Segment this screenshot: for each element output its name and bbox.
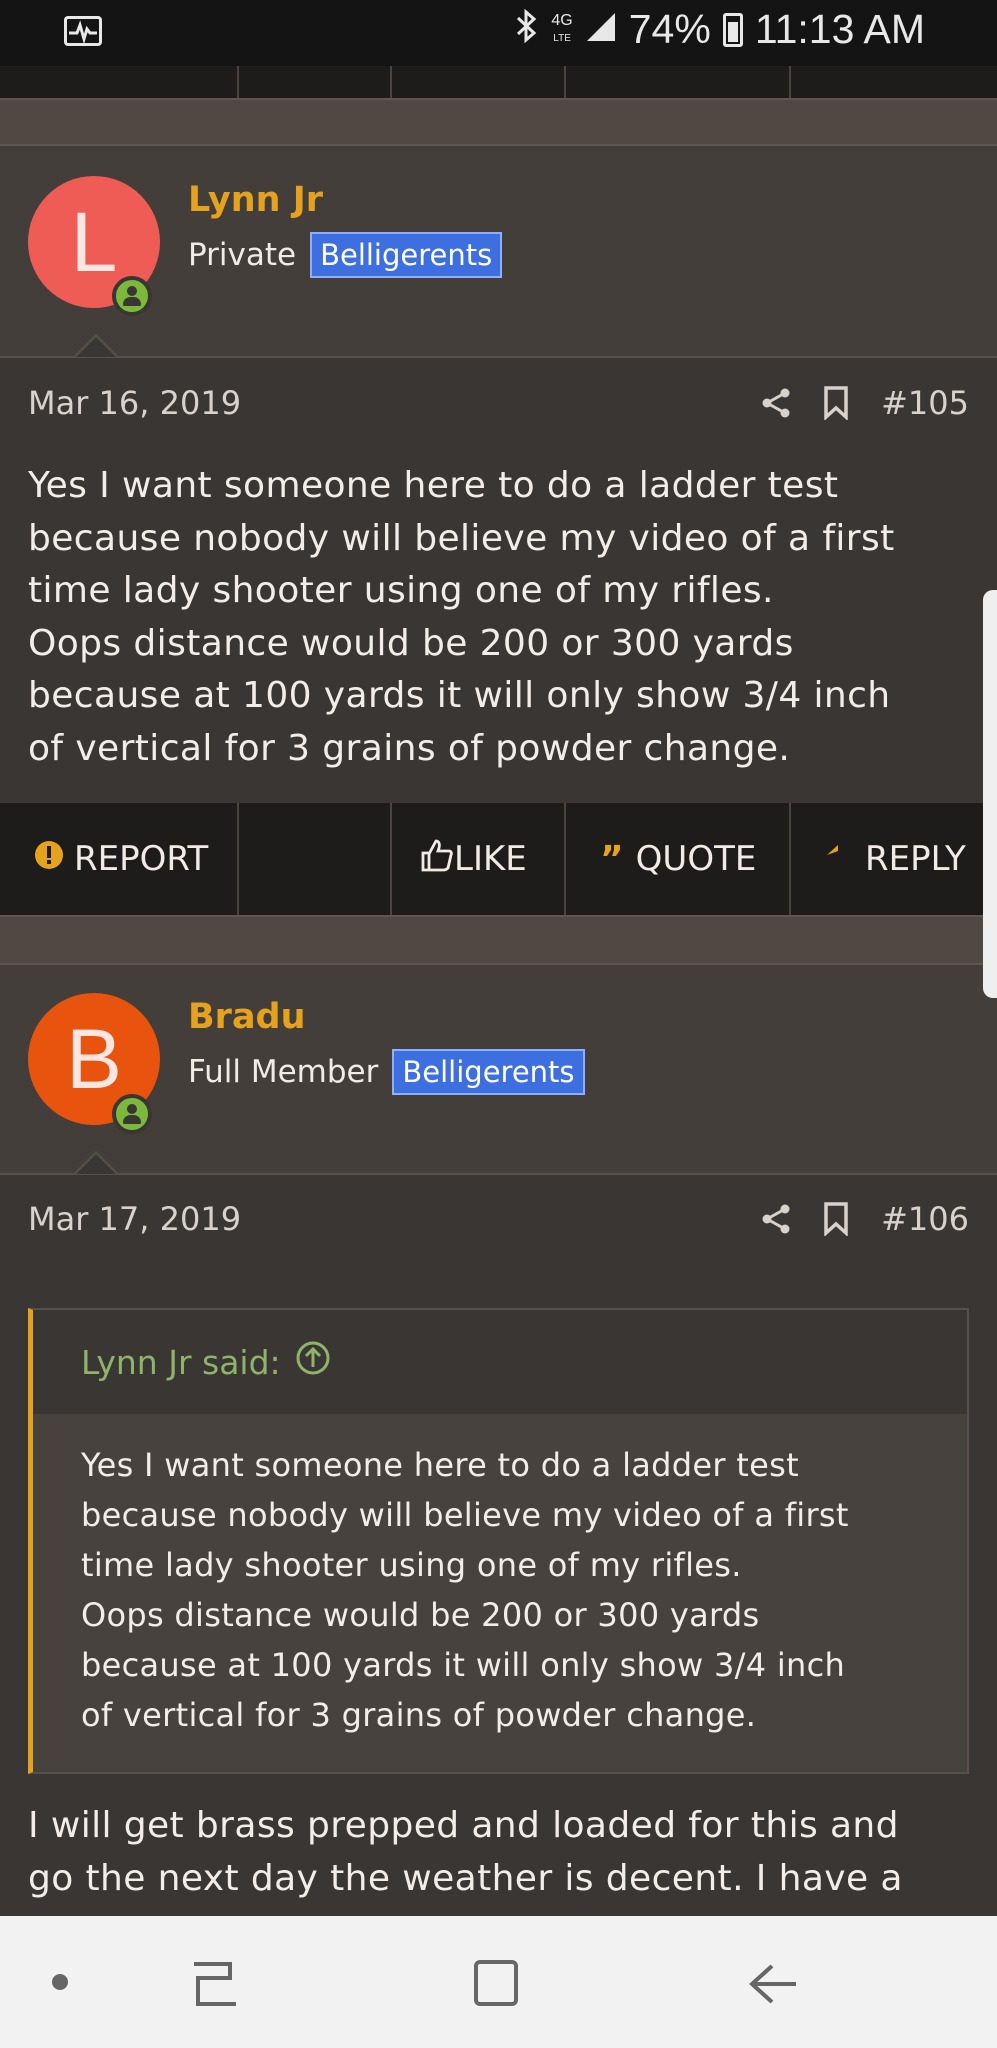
post-date[interactable]: Mar 16, 2019 [28,384,241,422]
username[interactable]: Bradu [188,997,306,1037]
online-status-icon [112,276,152,316]
quote-line: Yes I want someone here to do a ladder t… [81,1446,799,1484]
user-title: Private [188,237,297,273]
post-user-block: B Bradu Full Member Belligerents [0,965,997,1175]
network-subtype: LTE [553,32,571,44]
reply-label: REPLY [865,839,966,879]
post-user-block: L Lynn Jr Private Belligerents [0,146,997,358]
arrow-up-circle-icon[interactable] [295,1340,331,1384]
bookmark-icon[interactable] [823,1202,849,1236]
user-banner-badge: Belligerents [392,1049,585,1095]
post-separator [0,98,997,146]
system-nav-bar [0,1916,997,2048]
post-number[interactable]: #106 [881,1200,969,1238]
recents-icon[interactable] [190,1960,240,2010]
user-title: Full Member [188,1054,379,1090]
quote-line: Oops distance would be 200 or 300 yards [81,1596,760,1634]
post-meta: Mar 16, 2019 #105 [28,384,969,422]
post-line: Oops distance would be 200 or 300 yards [28,622,794,664]
action-spacer [239,803,392,915]
clock: 11:13 AM [754,6,925,52]
activity-icon [64,16,102,46]
post-line: Yes I want someone here to do a ladder t… [28,465,839,506]
network-indicator: 4G LTE [551,11,573,47]
bookmark-icon[interactable] [823,386,849,420]
battery-percent: 74% [628,6,711,52]
quote-header[interactable]: Lynn Jr said: [33,1310,967,1414]
reply-icon [825,839,855,879]
post-line: go the next day the weather is decent. I… [28,1857,903,1899]
network-type: 4G [551,11,573,29]
quote-button[interactable]: ” QUOTE [566,803,791,915]
username[interactable]: Lynn Jr [188,180,323,220]
report-label: REPORT [74,839,209,879]
post-number[interactable]: #105 [881,384,969,422]
thumbs-up-icon [420,838,454,881]
post-separator [0,915,997,965]
share-icon[interactable] [761,387,791,419]
post-line: I will get brass prepped and loaded for … [28,1805,899,1846]
previous-post-actionbar [0,66,997,100]
reply-button[interactable]: REPLY [791,803,997,915]
battery-icon [722,12,743,47]
quote-author[interactable]: Lynn Jr said: [81,1343,281,1382]
scrollbar-thumb[interactable] [983,590,997,998]
home-icon[interactable] [472,1958,520,2012]
nav-dot-icon [52,1974,68,1990]
post-body: Yes I want someone here to do a ladder t… [28,460,973,775]
post-date[interactable]: Mar 17, 2019 [28,1200,241,1238]
post-line: time lady shooter using one of my rifles… [28,570,774,611]
status-bar: 4G LTE 74% 11:13 AM [0,0,997,66]
user-banner-badge: Belligerents [310,232,503,278]
quote-line: because nobody will believe my video of … [81,1496,849,1534]
bluetooth-icon [515,6,539,53]
like-button[interactable]: LIKE [392,803,566,915]
share-icon[interactable] [761,1203,791,1235]
quote-content: Yes I want someone here to do a ladder t… [33,1414,967,1772]
post-line: because at 100 yards it will only show 3… [28,675,891,716]
quote-line: because at 100 yards it will only show 3… [81,1646,846,1684]
post-line: of vertical for 3 grains of powder chang… [28,727,791,769]
user-arrow [74,1151,118,1174]
user-arrow [74,334,118,357]
post-action-bar: REPORT LIKE ” QUOTE REPLY [0,803,997,915]
quote-line: time lady shooter using one of my rifles… [81,1546,742,1584]
quote-label: QUOTE [635,839,757,879]
post-meta: Mar 17, 2019 #106 [28,1200,969,1238]
like-label: LIKE [454,839,527,879]
user-title-row: Full Member Belligerents [188,1049,585,1095]
online-status-icon [112,1094,152,1134]
quote-icon: ” [600,838,624,880]
post-line: because nobody will believe my video of … [28,517,895,559]
back-icon[interactable] [748,1962,800,2010]
report-button[interactable]: REPORT [0,803,239,915]
post-body: I will get brass prepped and loaded for … [28,1800,973,1905]
user-title-row: Private Belligerents [188,232,503,278]
quote-block: Lynn Jr said: Yes I want someone here to… [28,1308,969,1774]
quote-line: of vertical for 3 grains of powder chang… [81,1696,757,1734]
alert-icon [34,839,64,879]
signal-icon [585,6,617,53]
